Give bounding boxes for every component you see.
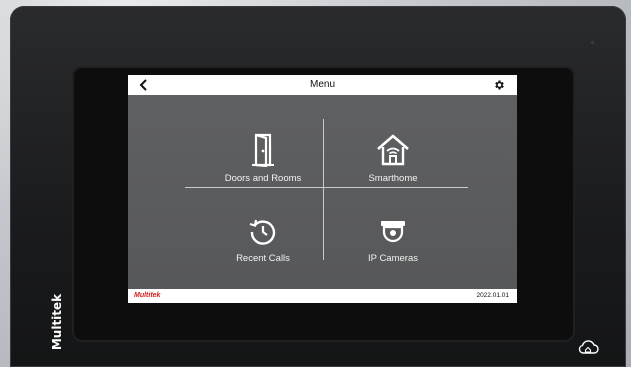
tile-smarthome[interactable]: Smarthome [328,125,458,195]
cloud-home-icon [578,340,599,354]
door-icon [252,133,274,167]
tile-label: IP Cameras [368,253,418,264]
device-logo: Multitek [47,282,67,362]
tile-label: Smarthome [368,173,418,184]
tile-recent-calls[interactable]: Recent Calls [198,205,328,275]
touch-screen: Menu Doors and Rooms Smarthome Recent Ca… [128,75,517,303]
cloud-home-button[interactable] [577,339,599,355]
settings-button[interactable] [491,75,507,95]
tile-doors-and-rooms[interactable]: Doors and Rooms [198,125,328,195]
tile-label: Recent Calls [236,253,290,264]
ip-camera-icon [381,221,405,243]
brand-logo: Multitek [134,292,161,299]
smarthome-icon [377,134,409,166]
page-title: Menu [309,79,335,90]
date-display: 2022.01.01 [476,292,509,299]
status-bar: Multitek 2022.01.01 [128,289,517,303]
top-bar: Menu [128,75,517,95]
recent-calls-icon [249,219,276,245]
tile-ip-cameras[interactable]: IP Cameras [328,205,458,275]
tile-label: Doors and Rooms [224,173,302,184]
gear-icon [495,80,504,90]
device-logo-text: Multitek [50,293,64,351]
camera-lens [590,40,595,45]
